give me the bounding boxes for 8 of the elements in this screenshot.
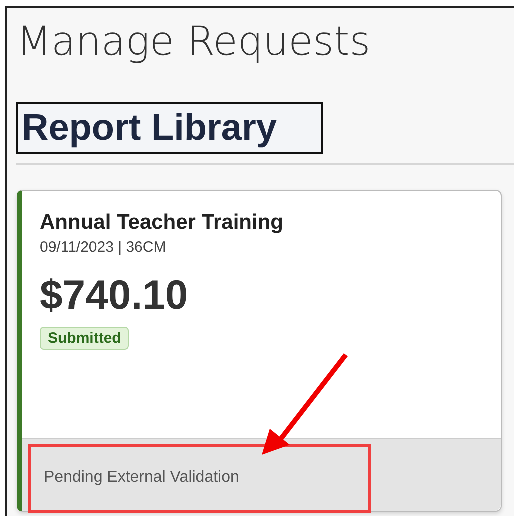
card-title: Annual Teacher Training [40, 211, 284, 235]
card-meta: 09/11/2023 | 36CM [40, 239, 168, 256]
request-card[interactable]: Annual Teacher Training 09/11/2023 | 36CM $740.10 Submitted Pending External Validation [17, 190, 502, 512]
amount: $740.10 [40, 272, 190, 319]
page-title: Manage Requests [17, 18, 372, 66]
status-badge: Submitted [40, 327, 130, 350]
footer-status: Pending External Validation [44, 468, 240, 487]
section-heading: Report Library [16, 102, 323, 154]
